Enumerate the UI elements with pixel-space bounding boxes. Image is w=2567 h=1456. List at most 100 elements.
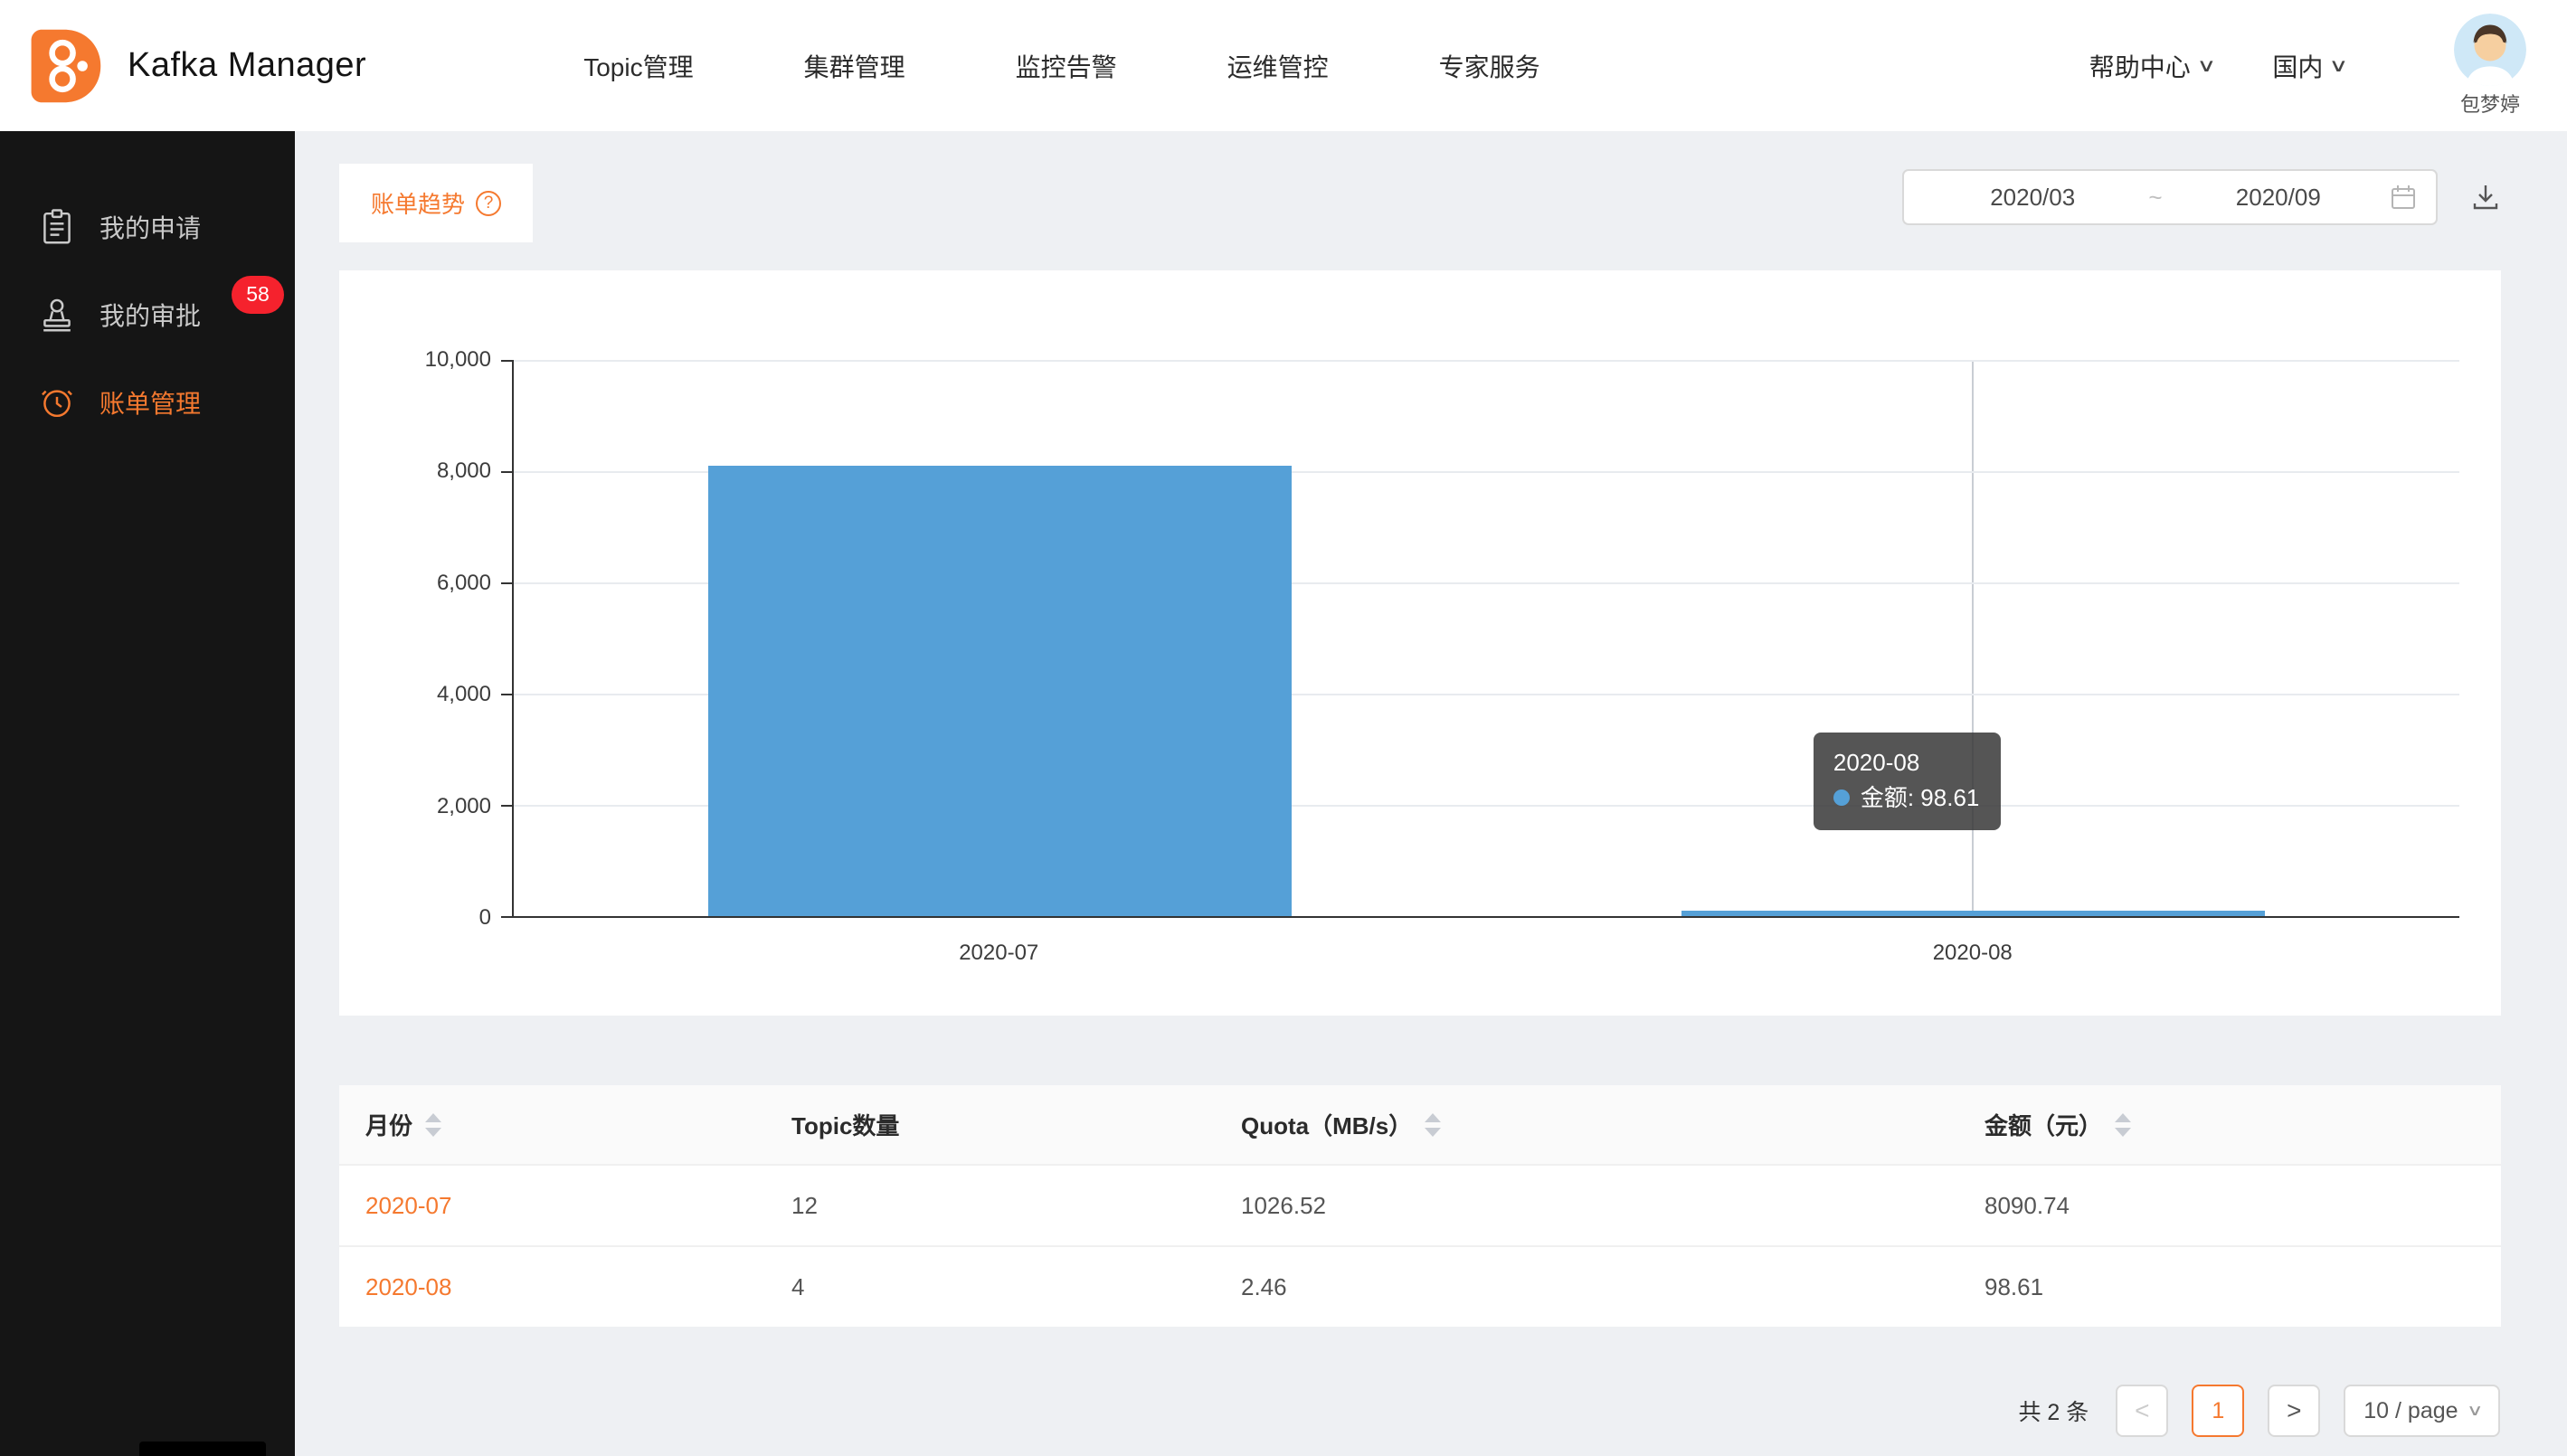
sort-icon[interactable] xyxy=(2115,1113,2131,1137)
nav-expert-service[interactable]: 专家服务 xyxy=(1439,48,1540,84)
tooltip-row: 金额: 98.61 xyxy=(1833,780,1980,816)
bar-2020-08[interactable] xyxy=(1681,911,2265,916)
y-tick-label: 6,000 xyxy=(437,571,491,596)
date-start-input[interactable]: 2020/03 xyxy=(1922,184,2143,212)
pagination: 共 2 条 < 1 > 10 / page ∨ xyxy=(339,1385,2501,1437)
sidebar-item-label: 我的审批 xyxy=(99,297,201,333)
chevron-left-icon: < xyxy=(2135,1396,2149,1425)
page-1-button[interactable]: 1 xyxy=(2192,1385,2244,1437)
month-link[interactable]: 2020-08 xyxy=(365,1273,451,1301)
topic-count-value: 12 xyxy=(765,1192,1215,1220)
tooltip-value: 金额: 98.61 xyxy=(1861,784,1980,811)
page-size-value: 10 / page xyxy=(2363,1398,2458,1424)
y-tick-label: 8,000 xyxy=(437,459,491,484)
approval-count-badge: 58 xyxy=(232,276,284,314)
sidebar: 我的申请 我的审批 58 账单管理 xyxy=(0,131,295,1456)
y-tick-label: 0 xyxy=(479,905,491,931)
y-tick-mark xyxy=(501,582,512,584)
gridline xyxy=(514,360,2459,362)
help-icon[interactable]: ? xyxy=(476,191,501,216)
column-label: 金额（元） xyxy=(1984,1108,2102,1141)
bill-icon xyxy=(38,383,76,421)
amount-value: 98.61 xyxy=(1958,1273,2501,1301)
bill-trend-chart: 10,000 8,000 6,000 4,000 2,000 0 2020-08 金额: … xyxy=(339,270,2501,1016)
top-nav: Topic管理 集群管理 监控告警 运维管控 专家服务 xyxy=(583,48,1539,84)
sort-icon[interactable] xyxy=(425,1113,441,1137)
chevron-down-icon: ∨ xyxy=(2196,54,2216,77)
column-header-month[interactable]: 月份 xyxy=(339,1108,765,1141)
column-header-amount[interactable]: 金额（元） xyxy=(1958,1108,2501,1141)
tooltip-title: 2020-08 xyxy=(1833,745,1980,780)
topic-count-value: 4 xyxy=(765,1273,1215,1301)
column-label: Topic数量 xyxy=(791,1108,899,1141)
chevron-down-icon: ∨ xyxy=(2329,54,2349,77)
sort-icon[interactable] xyxy=(1425,1113,1441,1137)
y-tick-mark xyxy=(501,916,512,918)
toolbar-right: 2020/03 ~ 2020/09 xyxy=(1902,169,2501,225)
region-label: 国内 xyxy=(2272,48,2323,84)
help-center-label: 帮助中心 xyxy=(2089,48,2191,84)
help-center-dropdown[interactable]: 帮助中心 ∨ xyxy=(2089,48,2213,84)
tab-bill-trend[interactable]: 账单趋势 ? xyxy=(339,164,533,242)
nav-monitor-alert[interactable]: 监控告警 xyxy=(1016,48,1117,84)
main-area: 账单趋势 ? 2020/03 ~ 2020/09 xyxy=(295,131,2567,1456)
date-end-input[interactable]: 2020/09 xyxy=(2168,184,2389,212)
calendar-icon xyxy=(2389,183,2418,212)
download-icon xyxy=(2470,182,2501,213)
chart-y-axis: 10,0008,0006,0004,0002,0000 xyxy=(339,360,491,918)
nav-ops-control[interactable]: 运维管控 xyxy=(1227,48,1329,84)
user-block[interactable]: 包梦婷 xyxy=(2454,14,2526,118)
y-tick-label: 4,000 xyxy=(437,682,491,707)
y-tick-label: 10,000 xyxy=(425,347,491,373)
sidebar-item-my-applications[interactable]: 我的申请 xyxy=(0,183,295,270)
y-tick-mark xyxy=(501,471,512,473)
toolbar: 账单趋势 ? 2020/03 ~ 2020/09 xyxy=(339,164,2501,242)
user-avatar[interactable] xyxy=(2454,14,2526,86)
next-page-button[interactable]: > xyxy=(2268,1385,2320,1437)
y-tick-mark xyxy=(501,360,512,362)
chevron-right-icon: > xyxy=(2287,1396,2301,1425)
chart-tooltip: 2020-08 金额: 98.61 xyxy=(1814,733,2002,830)
amount-value: 8090.74 xyxy=(1958,1192,2501,1220)
x-tick-label: 2020-07 xyxy=(512,941,1486,966)
column-label: 月份 xyxy=(365,1108,412,1141)
column-header-topic-count: Topic数量 xyxy=(765,1108,1215,1141)
download-button[interactable] xyxy=(2470,182,2501,213)
y-tick-label: 2,000 xyxy=(437,794,491,819)
quota-value: 2.46 xyxy=(1215,1273,1958,1301)
date-range-picker[interactable]: 2020/03 ~ 2020/09 xyxy=(1902,169,2438,225)
chart-plot: 2020-08 金额: 98.61 xyxy=(512,360,2459,918)
sidebar-item-label: 我的申请 xyxy=(99,209,201,245)
chevron-down-icon: ∨ xyxy=(2466,1402,2483,1420)
column-label: Quota（MB/s） xyxy=(1241,1108,1412,1141)
nav-cluster-management[interactable]: 集群管理 xyxy=(804,48,905,84)
sidebar-item-label: 账单管理 xyxy=(99,384,201,421)
y-tick-mark xyxy=(501,805,512,807)
sidebar-item-my-approvals[interactable]: 我的审批 58 xyxy=(0,270,295,358)
month-link[interactable]: 2020-07 xyxy=(365,1192,451,1220)
quota-value: 1026.52 xyxy=(1215,1192,1958,1220)
tab-label: 账单趋势 xyxy=(371,186,465,220)
clipboard-icon xyxy=(38,208,76,246)
header-right: 帮助中心 ∨ 国内 ∨ 包梦婷 xyxy=(2089,14,2526,118)
column-header-quota[interactable]: Quota（MB/s） xyxy=(1215,1108,1958,1141)
table-row: 2020-08 4 2.46 98.61 xyxy=(339,1245,2501,1327)
app-title: Kafka Manager xyxy=(128,46,366,85)
table-header-row: 月份 Topic数量 Quota（MB/s） 金额（元） xyxy=(339,1085,2501,1164)
sidebar-item-bill-management[interactable]: 账单管理 xyxy=(0,358,295,446)
overlay-fragment xyxy=(139,1442,266,1456)
date-separator: ~ xyxy=(2143,184,2167,212)
bill-table: 月份 Topic数量 Quota（MB/s） 金额（元） 2020-07 12 xyxy=(339,1085,2501,1327)
nav-topic-management[interactable]: Topic管理 xyxy=(583,48,693,84)
prev-page-button[interactable]: < xyxy=(2116,1385,2168,1437)
user-name: 包梦婷 xyxy=(2460,89,2520,118)
total-count: 共 2 条 xyxy=(2018,1395,2089,1427)
page-size-select[interactable]: 10 / page ∨ xyxy=(2344,1385,2500,1437)
y-tick-mark xyxy=(501,694,512,695)
chart-x-axis: 2020-072020-08 xyxy=(512,941,2459,968)
region-dropdown[interactable]: 国内 ∨ xyxy=(2272,48,2345,84)
stamp-icon xyxy=(38,296,76,334)
top-header: Kafka Manager Topic管理 集群管理 监控告警 运维管控 专家服… xyxy=(0,0,2567,131)
bar-2020-07[interactable] xyxy=(708,466,1292,916)
app-logo-icon xyxy=(23,24,106,108)
